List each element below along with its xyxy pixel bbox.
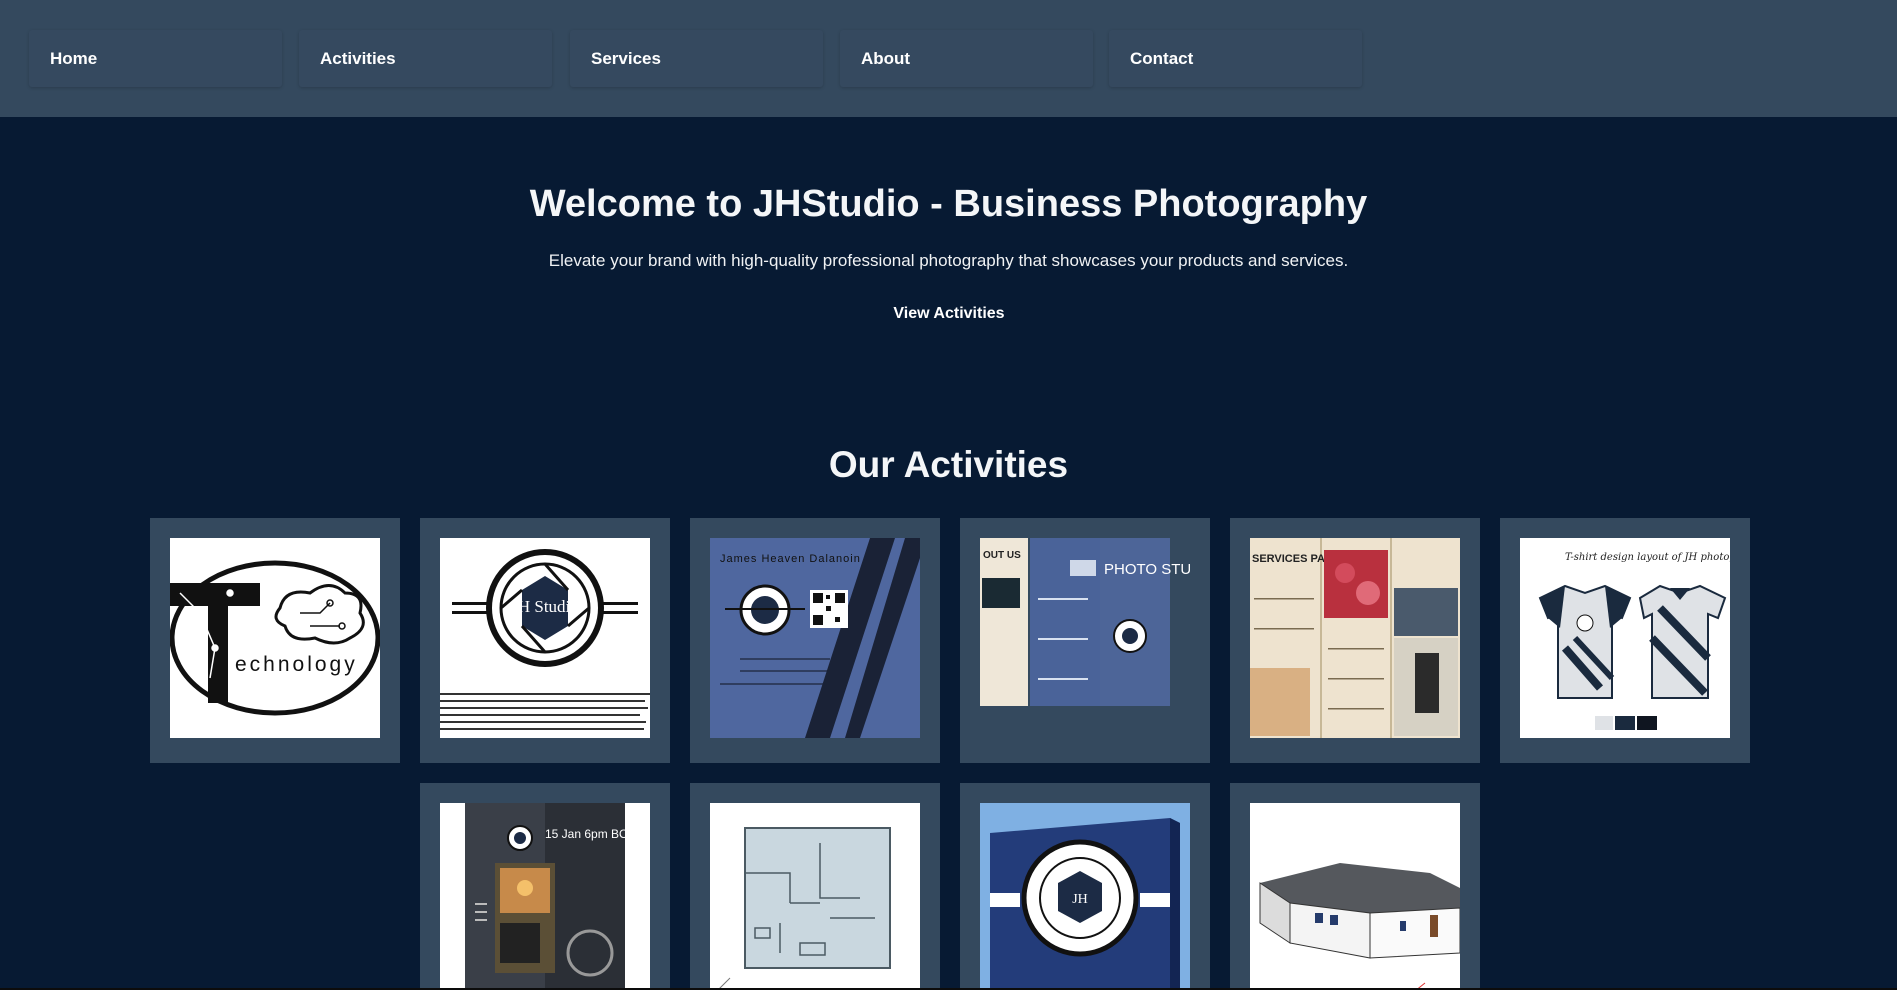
technology-logo-image: echnology xyxy=(170,538,380,738)
hero-subtitle: Elevate your brand with high-quality pro… xyxy=(548,251,1349,270)
top-navigation: Home Activities Services About Contact xyxy=(0,0,1897,117)
floor-plan-image xyxy=(710,803,920,990)
tshirt-design-image: T-shirt design layout of JH photography xyxy=(1520,538,1730,738)
nav-activities[interactable]: Activities xyxy=(299,30,552,87)
activity-card-signage[interactable]: JH xyxy=(960,783,1210,990)
nav-services[interactable]: Services xyxy=(570,30,823,87)
hero-title: Welcome to JHStudio - Business Photograp… xyxy=(529,183,1368,225)
jh-studio-caption: JH Studio xyxy=(511,597,579,616)
nav-about[interactable]: About xyxy=(840,30,1093,87)
tshirt-caption: T-shirt design layout of JH photography xyxy=(1565,552,1730,563)
activity-card-business-card[interactable]: James Heaven Dalanoin xyxy=(690,518,940,763)
business-card-name: James Heaven Dalanoin xyxy=(720,553,861,565)
activity-card-floor-plan[interactable] xyxy=(690,783,940,990)
activity-card-logo[interactable]: JH Studio xyxy=(420,518,670,763)
3d-signage-image: JH xyxy=(980,803,1190,990)
photo-studio-caption: PHOTO STUDIO xyxy=(1104,561,1190,578)
nav-home[interactable]: Home xyxy=(29,30,282,87)
view-activities-button[interactable]: View Activities xyxy=(878,301,1020,327)
nav-contact[interactable]: Contact xyxy=(1109,30,1362,87)
brochure-inside-image: SERVICES PACKAGE xyxy=(1250,538,1460,738)
jh-studio-logo-image: JH Studio xyxy=(440,538,650,738)
svg-text:OUT US: OUT US xyxy=(983,550,1021,561)
activity-card-building[interactable] xyxy=(1230,783,1480,990)
technology-caption: echnology xyxy=(235,653,358,676)
3d-building-image xyxy=(1250,803,1460,990)
activity-card-tshirt[interactable]: T-shirt design layout of JH photography xyxy=(1500,518,1750,763)
activity-card-poster[interactable]: 15 Jan 6pm BOOK NOW! xyxy=(420,783,670,990)
activity-card-brochure-inside[interactable]: SERVICES PACKAGE xyxy=(1230,518,1480,763)
activities-title: Our Activities xyxy=(828,444,1069,485)
signage-caption: JH xyxy=(1072,892,1088,907)
brochure-front-image: OUT US PHOTO STUDIO xyxy=(980,538,1190,738)
poster-caption: 15 Jan 6pm BOOK NOW! xyxy=(545,827,650,841)
business-card-image: James Heaven Dalanoin xyxy=(710,538,920,738)
event-poster-image: 15 Jan 6pm BOOK NOW! xyxy=(440,803,650,990)
activity-card-technology[interactable]: echnology xyxy=(150,518,400,763)
activity-card-brochure-front[interactable]: OUT US PHOTO STUDIO xyxy=(960,518,1210,763)
